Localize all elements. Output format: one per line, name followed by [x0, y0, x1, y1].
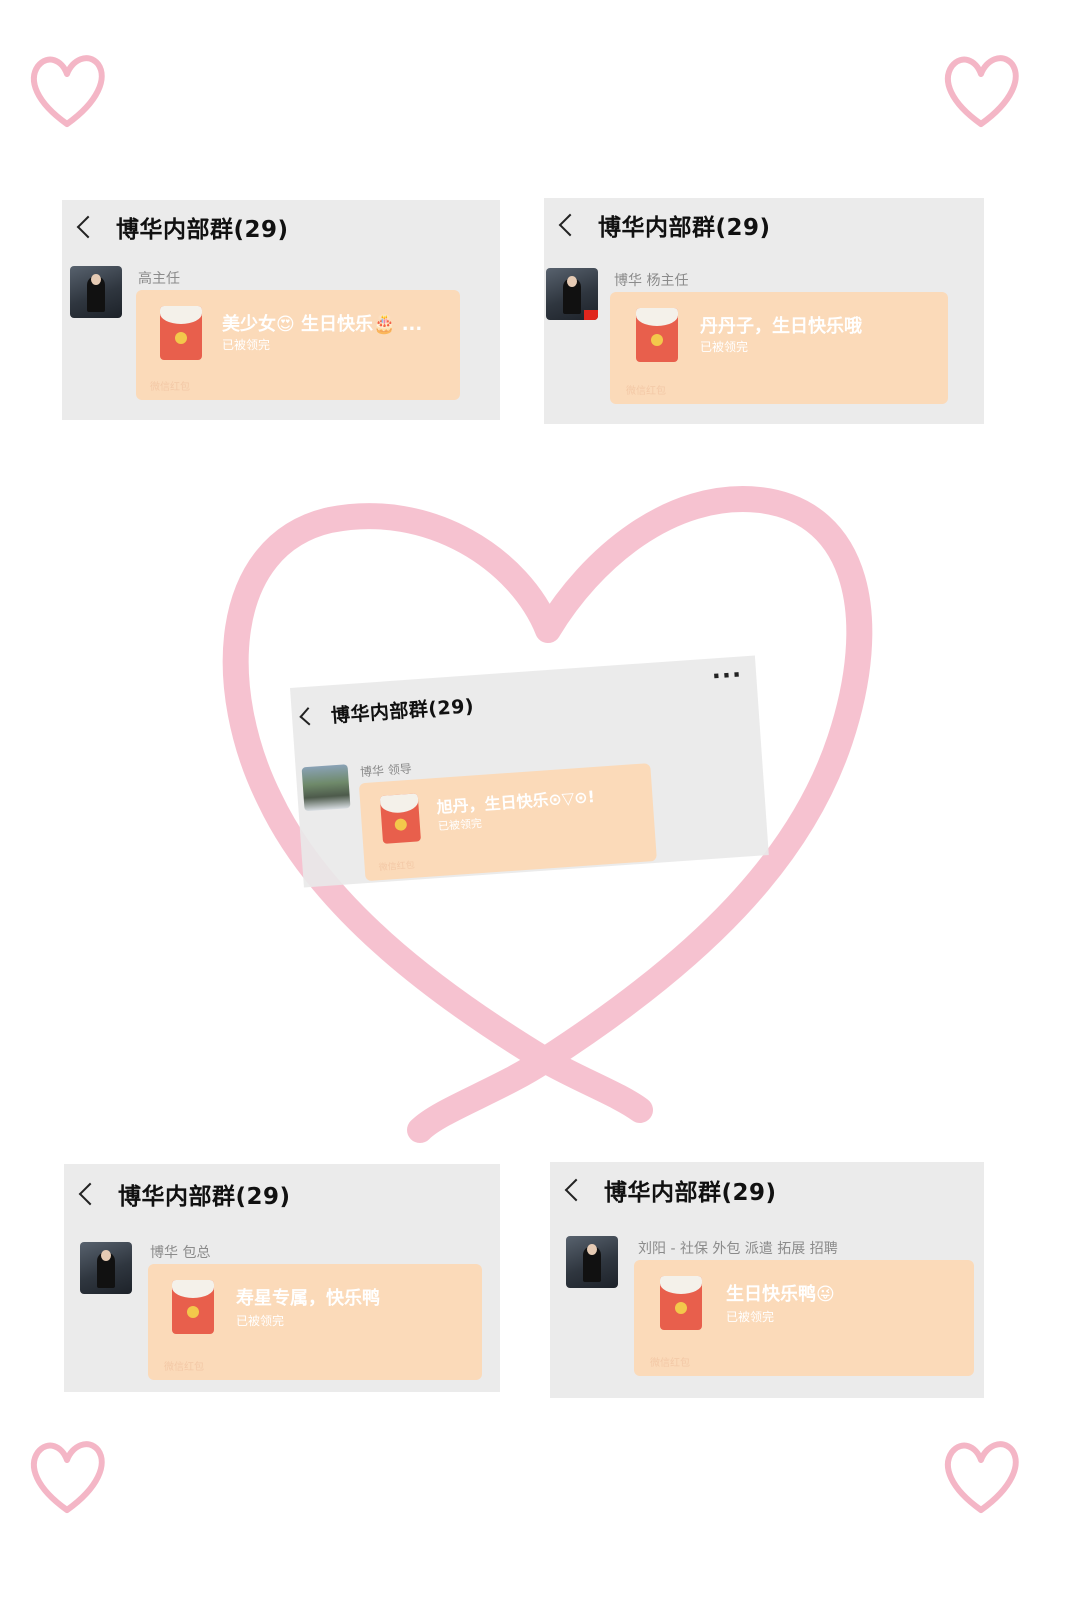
red-packet-icon [660, 1276, 702, 1330]
red-packet-status: 已被领完 [236, 1314, 285, 1328]
more-dots-icon[interactable]: ··· [711, 660, 743, 690]
avatar[interactable] [301, 764, 351, 812]
chevron-left-icon[interactable] [299, 706, 318, 725]
chat-card: 博华内部群(29) 博华 包总 寿星专属，快乐鸭 已被领完 微信红包 [64, 1164, 500, 1392]
sender-name: 博华 领导 [359, 761, 413, 780]
red-packet-title: 旭丹，生日快乐⊙▽⊙! [436, 787, 596, 818]
red-packet-message[interactable]: 旭丹，生日快乐⊙▽⊙! 已被领完 微信红包 [358, 763, 657, 882]
avatar[interactable] [80, 1242, 132, 1294]
chevron-left-icon[interactable] [564, 1178, 588, 1202]
chat-header: 博华内部群(29) [550, 1162, 984, 1218]
red-packet-footer: 微信红包 [378, 860, 416, 874]
red-packet-status: 已被领完 [437, 816, 483, 833]
red-packet-message[interactable]: 生日快乐鸭😜 已被领完 微信红包 [634, 1260, 974, 1376]
chat-header: 博华内部群(29) [64, 1164, 500, 1224]
avatar[interactable] [566, 1236, 618, 1288]
chat-title: 博华内部群(29) [330, 694, 475, 727]
red-packet-title: 寿星专属，快乐鸭 [236, 1288, 380, 1309]
chevron-left-icon[interactable] [78, 1182, 102, 1206]
red-packet-footer: 微信红包 [650, 1358, 690, 1369]
chat-title: 博华内部群(29) [118, 1184, 291, 1210]
sender-name: 刘阳 - 社保 外包 派遣 拓展 招聘 [638, 1241, 838, 1257]
sender-name: 博华 包总 [150, 1245, 211, 1261]
red-packet-status: 已被领完 [726, 1310, 775, 1324]
chat-title: 博华内部群(29) [604, 1180, 777, 1206]
red-packet-message[interactable]: 寿星专属，快乐鸭 已被领完 微信红包 [148, 1264, 482, 1380]
chat-card: 博华内部群(29) 刘阳 - 社保 外包 派遣 拓展 招聘 生日快乐鸭😜 已被领… [550, 1162, 984, 1398]
chat-card: 博华内部群(29) ··· 博华 领导 旭丹，生日快乐⊙▽⊙! 已被领完 微信红… [290, 655, 769, 888]
red-packet-icon [172, 1280, 214, 1334]
red-packet-icon [379, 793, 422, 844]
red-packet-footer: 微信红包 [164, 1362, 204, 1373]
red-packet-title: 生日快乐鸭😜 [726, 1284, 835, 1305]
